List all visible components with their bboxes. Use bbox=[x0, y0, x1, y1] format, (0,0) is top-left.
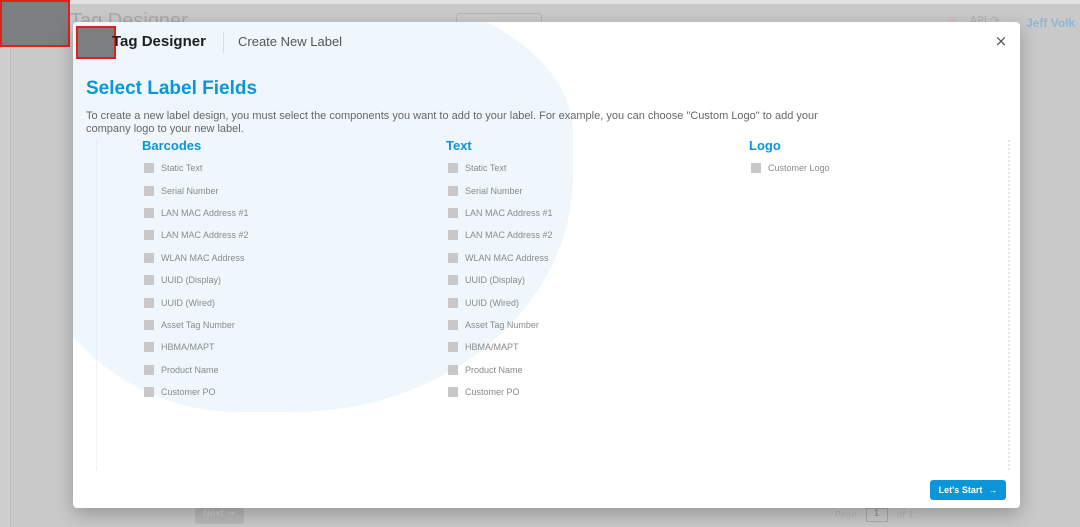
field-label: Product Name bbox=[161, 364, 219, 375]
field-option[interactable]: HBMA/MAPT bbox=[142, 336, 249, 358]
field-checkbox[interactable] bbox=[448, 185, 458, 196]
field-checkbox[interactable] bbox=[144, 387, 154, 398]
field-option[interactable]: LAN MAC Address #2 bbox=[142, 224, 249, 246]
field-label: UUID (Wired) bbox=[161, 297, 215, 308]
field-label: UUID (Display) bbox=[161, 275, 222, 286]
field-label: LAN MAC Address #1 bbox=[161, 207, 249, 218]
text-heading: Text bbox=[446, 138, 472, 153]
field-label: Serial Number bbox=[161, 185, 219, 196]
text-column: Text Static Text Serial Number LAN MAC Add… bbox=[446, 138, 553, 403]
field-checkbox[interactable] bbox=[448, 275, 458, 286]
field-option[interactable]: Customer Logo bbox=[749, 157, 830, 179]
logo-column: Logo Customer Logo bbox=[749, 138, 830, 179]
field-checkbox[interactable] bbox=[144, 185, 154, 196]
field-option[interactable]: Static Text bbox=[446, 157, 553, 179]
field-checkbox[interactable] bbox=[144, 252, 154, 263]
field-label: LAN MAC Address #2 bbox=[465, 230, 553, 241]
field-checkbox[interactable] bbox=[144, 319, 154, 330]
field-label: Product Name bbox=[465, 364, 523, 375]
field-checkbox[interactable] bbox=[751, 163, 761, 174]
field-checkbox[interactable] bbox=[448, 163, 458, 174]
field-checkbox[interactable] bbox=[144, 297, 154, 308]
field-checkbox[interactable] bbox=[448, 207, 458, 218]
field-option[interactable]: Customer PO bbox=[142, 381, 249, 403]
field-label: Static Text bbox=[465, 163, 507, 174]
field-option[interactable]: Asset Tag Number bbox=[142, 314, 249, 336]
next-label: Next bbox=[203, 509, 224, 519]
field-option[interactable]: UUID (Display) bbox=[446, 269, 553, 291]
field-checkbox[interactable] bbox=[144, 230, 154, 241]
field-checkbox[interactable] bbox=[448, 387, 458, 398]
field-option[interactable]: UUID (Wired) bbox=[142, 291, 249, 313]
field-option[interactable]: WLAN MAC Address bbox=[142, 247, 249, 269]
field-option[interactable]: Customer PO bbox=[446, 381, 553, 403]
field-label: WLAN MAC Address bbox=[161, 252, 245, 263]
modal-header: Tag Designer Create New Label × bbox=[73, 22, 1020, 62]
field-label: HBMA/MAPT bbox=[161, 342, 215, 353]
field-option[interactable]: UUID (Wired) bbox=[446, 291, 553, 313]
field-label: UUID (Wired) bbox=[465, 297, 519, 308]
fields-scroll-area[interactable]: Barcodes Static Text Serial Number LAN MAC… bbox=[96, 138, 1010, 470]
create-label-modal: Tag Designer Create New Label × Select L… bbox=[73, 22, 1020, 508]
field-option[interactable]: LAN MAC Address #2 bbox=[446, 224, 553, 246]
field-label: Customer PO bbox=[161, 387, 216, 398]
field-label: WLAN MAC Address bbox=[465, 252, 549, 263]
field-checkbox[interactable] bbox=[448, 319, 458, 330]
field-checkbox[interactable] bbox=[144, 207, 154, 218]
barcodes-column: Barcodes Static Text Serial Number LAN MAC… bbox=[142, 138, 249, 403]
field-label: LAN MAC Address #2 bbox=[161, 230, 249, 241]
page-title: Select Label Fields bbox=[86, 78, 258, 99]
field-label: Static Text bbox=[161, 163, 203, 174]
field-option[interactable]: Product Name bbox=[142, 359, 249, 381]
field-label: Asset Tag Number bbox=[465, 319, 539, 330]
close-icon[interactable]: × bbox=[993, 33, 1009, 49]
field-option[interactable]: Asset Tag Number bbox=[446, 314, 553, 336]
field-checkbox[interactable] bbox=[448, 230, 458, 241]
arrow-right-icon: → bbox=[988, 485, 998, 495]
pager-page-input: 1 bbox=[865, 508, 888, 522]
field-label: Customer PO bbox=[465, 387, 520, 398]
user-name: Jeff Volk bbox=[1026, 16, 1076, 30]
modal-app-name: Tag Designer bbox=[112, 33, 206, 50]
header-divider bbox=[223, 32, 224, 53]
background-next-button: Next → bbox=[195, 508, 244, 524]
barcodes-heading: Barcodes bbox=[142, 138, 202, 153]
app-logo-placeholder bbox=[0, 0, 70, 47]
field-checkbox[interactable] bbox=[448, 342, 458, 353]
background-pager: Page 1 of 1 bbox=[835, 508, 914, 522]
field-option[interactable]: Product Name bbox=[446, 359, 553, 381]
logo-heading: Logo bbox=[749, 138, 781, 153]
field-label: HBMA/MAPT bbox=[465, 342, 519, 353]
field-label: UUID (Display) bbox=[465, 275, 526, 286]
field-checkbox[interactable] bbox=[448, 297, 458, 308]
field-label: Customer Logo bbox=[768, 163, 830, 174]
field-option[interactable]: UUID (Display) bbox=[142, 269, 249, 291]
field-option[interactable]: Static Text bbox=[142, 157, 249, 179]
pager-page-label: Page bbox=[835, 510, 857, 521]
field-checkbox[interactable] bbox=[448, 364, 458, 375]
field-checkbox[interactable] bbox=[144, 342, 154, 353]
field-label: Asset Tag Number bbox=[161, 319, 235, 330]
pager-of-label: of 1 bbox=[896, 510, 914, 521]
lets-start-label: Let's Start bbox=[938, 485, 983, 495]
field-label: Serial Number bbox=[465, 185, 523, 196]
field-option[interactable]: LAN MAC Address #1 bbox=[446, 202, 553, 224]
field-option[interactable]: Serial Number bbox=[446, 179, 553, 201]
field-option[interactable]: WLAN MAC Address bbox=[446, 247, 553, 269]
field-checkbox[interactable] bbox=[144, 163, 154, 174]
modal-logo-placeholder bbox=[76, 26, 116, 59]
field-option[interactable]: Serial Number bbox=[142, 179, 249, 201]
page-description: To create a new label design, you must s… bbox=[86, 110, 818, 135]
field-checkbox[interactable] bbox=[448, 252, 458, 263]
modal-subtitle: Create New Label bbox=[238, 34, 343, 49]
field-label: LAN MAC Address #1 bbox=[465, 207, 553, 218]
field-option[interactable]: HBMA/MAPT bbox=[446, 336, 553, 358]
field-checkbox[interactable] bbox=[144, 364, 154, 375]
field-option[interactable]: LAN MAC Address #1 bbox=[142, 202, 249, 224]
field-checkbox[interactable] bbox=[144, 275, 154, 286]
lets-start-button[interactable]: Let's Start → bbox=[930, 480, 1006, 500]
